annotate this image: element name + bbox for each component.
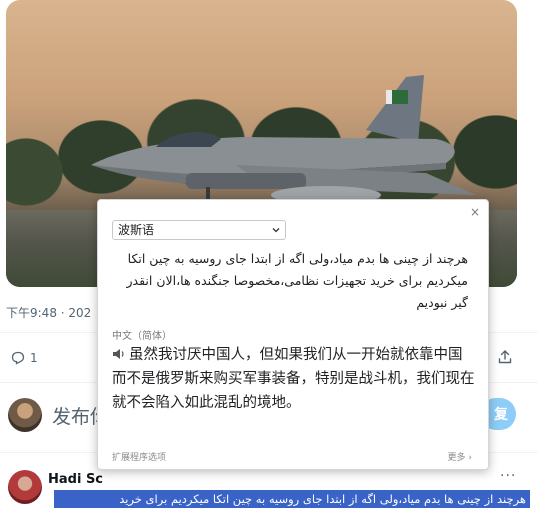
reply-text-selected[interactable]: هرچند از چینی ها بدم میاد،ولی اگه از ابت…: [54, 490, 530, 508]
translated-text: 虽然我讨厌中国人，但如果我们从一开始就依靠中国而不是俄罗斯来购买军事装备，特别是…: [112, 347, 475, 411]
more-link[interactable]: 更多 ›: [448, 450, 472, 463]
share-icon[interactable]: [497, 349, 513, 365]
chevron-down-icon: [272, 228, 280, 233]
source-text-line: گیر نبودیم: [416, 295, 468, 310]
tweet-timestamp[interactable]: 下午9:48 · 202: [6, 304, 91, 321]
speaker-icon[interactable]: [112, 348, 126, 360]
reply-author-name[interactable]: Hadi Sc: [48, 472, 103, 487]
target-language-label: 中文（简体）: [112, 331, 172, 342]
reply-author-avatar[interactable]: [8, 470, 42, 504]
extension-options-link[interactable]: 扩展程序选项: [112, 450, 166, 463]
reply-icon[interactable]: [10, 350, 26, 366]
reply-count: 1: [30, 351, 38, 365]
source-language-label: 波斯语: [118, 223, 155, 237]
source-text-line: میکردیم برای خرید تجهیزات نظامی،مخصوصا ج…: [126, 273, 468, 288]
close-icon[interactable]: ×: [470, 206, 480, 218]
more-options-icon[interactable]: ···: [500, 468, 516, 484]
fighter-jet-image: [91, 75, 476, 216]
avatar[interactable]: [8, 398, 42, 432]
translated-text-block: 虽然我讨厌中国人，但如果我们从一开始就依靠中国而不是俄罗斯来购买军事装备，特别是…: [112, 343, 476, 415]
source-text-line: هرچند از چینی ها بدم میاد،ولی اگه از ابت…: [127, 251, 468, 266]
source-text: هرچند از چینی ها بدم میاد،ولی اگه از ابت…: [110, 248, 468, 314]
translation-popup: × 波斯语 هرچند از چینی ها بدم میاد،ولی اگه …: [97, 199, 489, 470]
source-language-select[interactable]: 波斯语: [112, 220, 286, 240]
